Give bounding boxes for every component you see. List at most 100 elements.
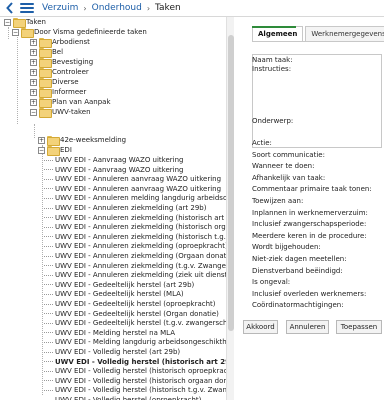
tree-leaf-task[interactable]: UWV EDI - Gedeeltelijk herstel (t.g.v. z… bbox=[44, 318, 226, 328]
tree-leaf-task[interactable]: UWV EDI - Annuleren ziekmelding (ziek ui… bbox=[44, 270, 226, 280]
breadcrumb-onderhoud[interactable]: Onderhoud bbox=[92, 3, 142, 13]
folder-icon bbox=[39, 68, 52, 78]
tree-leaf-task[interactable]: UWV EDI - Volledig herstel (art 29b) bbox=[44, 347, 180, 357]
tree-node-label: Diverse bbox=[52, 78, 79, 86]
tab-werknemergegevens[interactable]: Werknemergegevens bbox=[305, 26, 384, 42]
tree-leaf-label: UWV EDI - Gedeeltelijk herstel (Organ do… bbox=[55, 309, 219, 318]
tree-leaf-task[interactable]: UWV EDI - Melding langdurig arbeidsonges… bbox=[44, 337, 226, 347]
tree-leaf-task[interactable]: UWV EDI - Annuleren ziekmelding (t.g.v. … bbox=[44, 261, 226, 271]
collapse-icon[interactable]: − bbox=[12, 28, 19, 36]
tree-leaf-task[interactable]: UWV EDI - Volledig herstel (historisch a… bbox=[44, 357, 226, 367]
tree-leaf-label: UWV EDI - Annuleren ziekmelding (histori… bbox=[55, 232, 226, 241]
tree-leaf-task[interactable]: UWV EDI - Annuleren ziekmelding (Orgaan … bbox=[44, 251, 226, 261]
form-field-label: Dienstverband beëindigd: bbox=[252, 266, 343, 275]
tree-node-folder[interactable]: + Informeer bbox=[30, 87, 86, 98]
folder-open-icon bbox=[21, 28, 34, 38]
tree-connector bbox=[44, 332, 53, 334]
form-field-label: Wanneer te doen: bbox=[252, 162, 315, 171]
tree-leaf-task[interactable]: UWV EDI - Annuleren ziekmelding (oproepk… bbox=[44, 241, 226, 251]
form-field-label: Wordt bijgehouden: bbox=[252, 243, 321, 252]
tree-connector bbox=[44, 188, 53, 190]
tree-leaf-task[interactable]: UWV EDI - Annuleren ziekmelding (art 29b… bbox=[44, 203, 206, 213]
tree-node-folder[interactable]: + Bel bbox=[30, 47, 63, 58]
tree-leaf-task[interactable]: UWV EDI - Gedeeltelijk herstel (MLA) bbox=[44, 289, 184, 299]
collapse-icon[interactable]: − bbox=[30, 108, 37, 116]
tree-leaf-task[interactable]: UWV EDI - Volledig herstel (historisch o… bbox=[44, 366, 226, 376]
tab-algemeen[interactable]: Algemeen bbox=[252, 26, 304, 42]
tree-leaf-task[interactable]: UWV EDI - Volledig herstel (historisch t… bbox=[44, 385, 226, 395]
form-field-label: Niet-ziek dagen meetellen: bbox=[252, 255, 347, 263]
tree-leaf-task[interactable]: UWV EDI - Annuleren aanvraag WAZO uitker… bbox=[44, 184, 221, 194]
toepassen-button[interactable]: Toepassen bbox=[336, 320, 382, 334]
tree-node-folder[interactable]: + Arbodienst bbox=[30, 37, 90, 48]
tree-leaf-task[interactable]: UWV EDI - Aanvraag WAZO uitkering bbox=[44, 165, 184, 175]
tree-leaf-task[interactable]: UWV EDI - Volledig herstel (oproepkracht… bbox=[44, 395, 201, 400]
tree-leaf-task[interactable]: UWV EDI - Aanvraag WAZO uitkering bbox=[44, 155, 184, 165]
tree-leaf-task[interactable]: UWV EDI - Melding herstel na MLA bbox=[44, 328, 175, 338]
tree-leaf-label: UWV EDI - Annuleren aanvraag WAZO uitker… bbox=[55, 175, 222, 184]
collapse-icon[interactable]: − bbox=[4, 18, 11, 26]
expand-icon[interactable]: + bbox=[30, 38, 37, 46]
tree-node-folder[interactable]: + Diverse bbox=[30, 77, 79, 88]
tree-node-label: Door Visma gedefinieerde taken bbox=[34, 28, 147, 36]
tree-node-label: Controleer bbox=[52, 68, 89, 76]
tree-leaf-label: UWV EDI - Annuleren ziekmelding (ziek ui… bbox=[55, 271, 226, 280]
tree-leaf-task[interactable]: UWV EDI - Annuleren ziekmelding (histori… bbox=[44, 213, 226, 223]
expand-icon[interactable]: + bbox=[30, 98, 37, 106]
form-field-label: Afhankelijk van taak: bbox=[252, 173, 326, 182]
folder-open-icon bbox=[13, 18, 26, 28]
tree-connector bbox=[44, 265, 53, 267]
form-field-label: Actie: bbox=[252, 139, 272, 147]
tree-connector bbox=[44, 274, 53, 276]
tree-node-folder[interactable]: + Plan van Aanpak bbox=[30, 97, 111, 108]
akkoord-button[interactable]: Akkoord bbox=[243, 320, 278, 334]
expand-icon[interactable]: + bbox=[30, 88, 37, 96]
tree-leaf-label: UWV EDI - Annuleren aanvraag WAZO uitker… bbox=[55, 184, 222, 193]
tree-leaf-label: UWV EDI - Aanvraag WAZO uitkering bbox=[55, 165, 184, 174]
active-tab-indicator bbox=[252, 26, 296, 28]
form-field-label: Coördinatormachtigingen: bbox=[252, 301, 344, 310]
tree-scrollbar[interactable] bbox=[226, 17, 234, 400]
tree-leaf-task[interactable]: UWV EDI - Gedeeltelijk herstel (art 29b) bbox=[44, 280, 194, 290]
folder-icon bbox=[39, 58, 52, 68]
name-label: Naam taak: bbox=[252, 56, 293, 64]
expand-icon[interactable]: + bbox=[30, 68, 37, 76]
tree-connector bbox=[44, 159, 53, 161]
tree-node-folder[interactable]: + Controleer bbox=[30, 67, 89, 78]
tree-connector bbox=[44, 351, 53, 353]
back-icon[interactable] bbox=[5, 2, 15, 14]
collapse-icon[interactable]: − bbox=[38, 146, 45, 154]
tree-leaf-task[interactable]: UWV EDI - Annuleren ziekmelding (histori… bbox=[44, 222, 226, 232]
tree-node-set[interactable]: − Door Visma gedefinieerde taken bbox=[12, 27, 147, 38]
form-field-label: Toewijzen aan: bbox=[252, 197, 304, 205]
expand-icon[interactable]: + bbox=[30, 78, 37, 86]
tree-node-folder[interactable]: − UWV-taken bbox=[30, 107, 91, 118]
tree-leaf-task[interactable]: UWV EDI - Gedeeltelijk herstel (oproepkr… bbox=[44, 299, 216, 309]
tree-leaf-task[interactable]: UWV EDI - Annuleren ziekmelding (histori… bbox=[44, 232, 226, 242]
tree-node-edi[interactable]: − EDI bbox=[38, 145, 72, 156]
tree-leaf-task[interactable]: UWV EDI - Volledig herstel (historisch o… bbox=[44, 376, 226, 386]
tree-node-folder[interactable]: + Bevestiging bbox=[30, 57, 93, 68]
tree-leaf-task[interactable]: UWV EDI - Gedeeltelijk herstel (Organ do… bbox=[44, 309, 219, 319]
tree-connector bbox=[44, 197, 53, 199]
tree-node-42e[interactable]: + 42e-weeksmelding bbox=[38, 135, 126, 146]
tab-divider bbox=[252, 41, 384, 42]
tree-leaf-label: UWV EDI - Volledig herstel (historisch t… bbox=[55, 386, 226, 395]
tree-node-root[interactable]: − Taken bbox=[4, 17, 46, 28]
breadcrumb-verzuim[interactable]: Verzuim bbox=[42, 3, 78, 13]
expand-icon[interactable]: + bbox=[30, 58, 37, 66]
folder-icon bbox=[39, 98, 52, 108]
expand-icon[interactable]: + bbox=[30, 48, 37, 56]
tree-leaf-task[interactable]: UWV EDI - Annuleren melding langdurig ar… bbox=[44, 193, 226, 203]
tab-bar: Algemeen Werknemergegevens bbox=[252, 26, 384, 42]
breadcrumb: Verzuim › Onderhoud › Taken bbox=[42, 3, 181, 13]
tree-leaf-label: UWV EDI - Annuleren ziekmelding (histori… bbox=[55, 213, 226, 222]
tree-connector bbox=[44, 284, 53, 286]
annuleren-button[interactable]: Annuleren bbox=[286, 320, 329, 334]
tree-connector bbox=[44, 370, 53, 372]
tree-leaf-task[interactable]: UWV EDI - Annuleren aanvraag WAZO uitker… bbox=[44, 174, 221, 184]
expand-icon[interactable]: + bbox=[38, 136, 45, 144]
tree-leaf-label: UWV EDI - Volledig herstel (historisch o… bbox=[55, 367, 226, 376]
hamburger-menu-icon[interactable] bbox=[20, 2, 34, 14]
tree-connector bbox=[44, 255, 53, 257]
